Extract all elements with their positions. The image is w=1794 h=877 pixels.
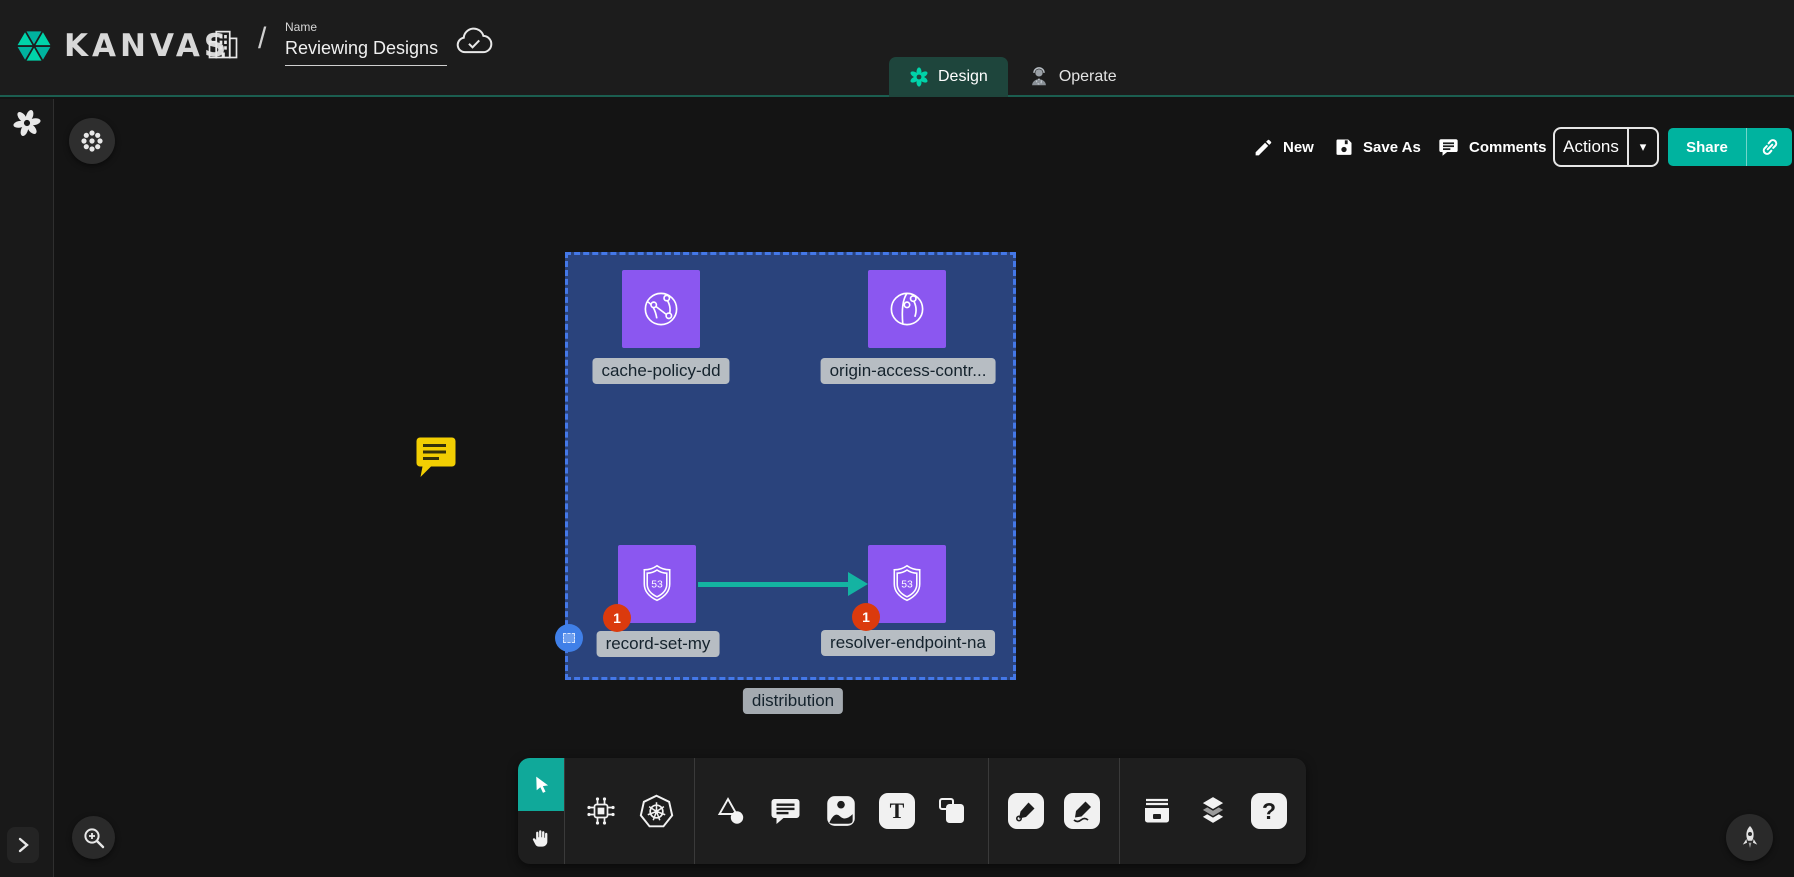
cloudfront-globe-icon (882, 284, 932, 334)
layers-tool-button[interactable] (1195, 793, 1231, 829)
drawer-archive-icon (1139, 794, 1175, 828)
text-tool-glyph: T (890, 798, 905, 824)
expand-sidebar-button[interactable] (7, 827, 39, 863)
sketch-tool-button[interactable] (1064, 793, 1100, 829)
chip-circuit-icon (584, 794, 618, 828)
select-tool-button[interactable] (518, 758, 564, 811)
organization-building-icon[interactable] (205, 26, 241, 62)
pencil-sketch-icon (1069, 798, 1095, 824)
design-name-input[interactable]: Reviewing Designs (285, 38, 447, 66)
floppy-save-icon (1334, 137, 1354, 157)
link-icon (1759, 136, 1781, 158)
shapes-icon (714, 794, 748, 828)
magnifier-plus-icon (82, 826, 106, 850)
help-tool-glyph: ? (1262, 798, 1276, 825)
pointer-tools-column (518, 758, 564, 864)
actions-dropdown-button[interactable]: Actions ▾ (1553, 127, 1659, 167)
share-button[interactable]: Share (1668, 128, 1792, 166)
text-tool-button[interactable]: T (879, 793, 915, 829)
chevron-right-icon (16, 837, 30, 853)
node-label-resolver-endpoint: resolver-endpoint-na (821, 630, 995, 656)
cursor-arrow-icon (531, 774, 552, 795)
help-tool-button[interactable]: ? (1251, 793, 1287, 829)
actions-button-label: Actions (1555, 129, 1627, 165)
design-name-label: Name (285, 20, 447, 34)
node-resolver-endpoint[interactable]: 53 (868, 545, 946, 623)
comments-button-label: Comments (1469, 139, 1547, 156)
canvas-comment-pin[interactable] (415, 436, 457, 478)
group-label-distribution: distribution (743, 688, 843, 714)
drawing-tools-section (988, 758, 1119, 864)
share-button-label: Share (1668, 128, 1746, 166)
utility-tools-section: ? (1119, 758, 1306, 864)
node-cache-policy[interactable] (622, 270, 700, 348)
edge-record-set-to-resolver[interactable] (698, 582, 850, 587)
cloudfront-globe-icon (636, 284, 686, 334)
caret-down-icon[interactable]: ▾ (1627, 129, 1657, 165)
error-count-badge[interactable]: 1 (852, 603, 880, 631)
note-frame-icon (935, 794, 969, 828)
bottom-tool-palette: T (518, 758, 1306, 864)
cloud-saved-icon (455, 24, 493, 58)
route53-shield-icon: 53 (882, 559, 932, 609)
route53-shield-icon: 53 (632, 559, 682, 609)
assistant-fab[interactable] (1726, 814, 1773, 861)
comment-tool-button[interactable] (768, 794, 803, 828)
operate-person-icon (1028, 66, 1050, 88)
svg-text:53: 53 (651, 580, 663, 591)
top-header-bar: KANVAS / Name Reviewing Designs (0, 0, 1794, 97)
node-origin-access-control[interactable] (868, 270, 946, 348)
save-as-button[interactable]: Save As (1334, 127, 1421, 167)
annotation-tools-section: T (694, 758, 988, 864)
tab-operate-label: Operate (1059, 68, 1117, 86)
shapes-tool-button[interactable] (714, 794, 748, 828)
image-icon (823, 793, 859, 829)
meshery-spiral-icon[interactable] (13, 109, 41, 137)
pencil-new-icon (1253, 137, 1274, 158)
canvas-settings-fab[interactable] (69, 118, 115, 164)
handle-square-icon (563, 633, 575, 643)
design-rosette-icon (909, 67, 929, 87)
tab-design-label: Design (938, 68, 988, 86)
kanvas-logo-icon (14, 26, 54, 66)
breadcrumb-separator: / (258, 22, 266, 56)
pan-tool-button[interactable] (518, 811, 564, 864)
component-tools-section (564, 758, 694, 864)
new-button[interactable]: New (1253, 127, 1314, 167)
comment-bubble-icon (1437, 136, 1460, 158)
node-label-cache-policy: cache-policy-dd (592, 358, 729, 384)
edge-arrowhead (848, 572, 868, 596)
image-tool-button[interactable] (823, 793, 859, 829)
rocket-icon (1737, 824, 1763, 852)
comments-button[interactable]: Comments (1437, 127, 1547, 167)
kubernetes-wheel-icon (638, 793, 675, 830)
drawer-tool-button[interactable] (1139, 794, 1175, 828)
new-button-label: New (1283, 139, 1314, 156)
kubernetes-tool-button[interactable] (638, 793, 675, 830)
design-name-field: Name Reviewing Designs (285, 20, 447, 66)
save-as-button-label: Save As (1363, 139, 1421, 156)
component-tool-button[interactable] (584, 794, 618, 828)
kanvas-app: KANVAS / Name Reviewing Designs (0, 0, 1794, 877)
pen-tool-button[interactable] (1008, 793, 1044, 829)
group-selection-handle[interactable] (555, 624, 583, 652)
flower-gear-icon (79, 128, 105, 154)
error-count-badge[interactable]: 1 (603, 604, 631, 632)
note-tool-button[interactable] (935, 794, 969, 828)
node-label-origin-access: origin-access-contr... (821, 358, 996, 384)
tab-operate[interactable]: Operate (1008, 57, 1137, 97)
tab-design[interactable]: Design (889, 57, 1008, 97)
node-label-record-set: record-set-my (597, 631, 720, 657)
zoom-fab[interactable] (72, 816, 115, 859)
svg-text:53: 53 (901, 580, 913, 591)
comment-tool-icon (768, 794, 803, 828)
left-sidebar-rail (0, 99, 54, 877)
pen-path-icon (1013, 798, 1039, 824)
copy-link-button[interactable] (1746, 128, 1792, 166)
brand[interactable]: KANVAS (14, 26, 230, 66)
hand-icon (530, 826, 553, 849)
mode-tabs: Design Operate (889, 57, 1137, 97)
layers-icon (1195, 793, 1231, 829)
